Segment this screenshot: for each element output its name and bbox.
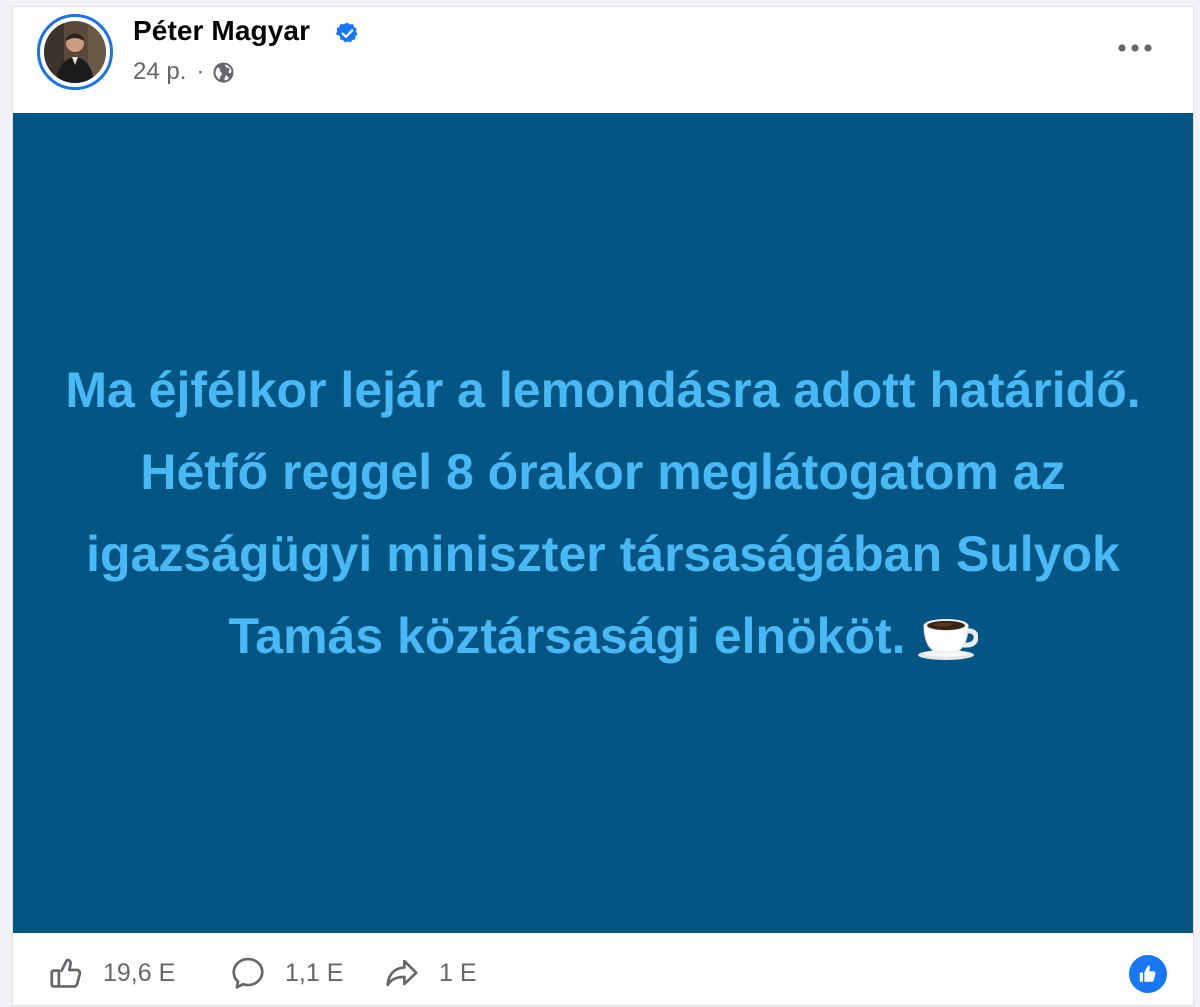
comment-button[interactable]: 1,1 E	[229, 953, 343, 993]
post-text-content: Ma éjfélkor lejár a lemondásra adott hat…	[48, 349, 1158, 677]
share-count: 1 E	[439, 958, 477, 987]
like-count: 19,6 E	[103, 958, 176, 987]
comment-icon	[232, 957, 264, 989]
like-button[interactable]: 19,6 E	[47, 953, 175, 993]
author-name[interactable]: Péter Magyar	[133, 15, 310, 47]
post-card: Péter Magyar 24 p. · Ma éjfélkor lejár a…	[12, 6, 1194, 1006]
verified-badge-icon	[335, 22, 358, 43]
post-timestamp[interactable]: 24 p.	[133, 58, 186, 86]
more-options-icon	[1118, 44, 1152, 52]
coffee-cup-icon	[917, 619, 978, 660]
like-reaction-badge-icon	[1139, 965, 1156, 982]
meta-separator: ·	[196, 58, 205, 85]
avatar[interactable]	[37, 14, 113, 90]
avatar-photo	[44, 21, 106, 83]
more-options-button[interactable]	[1113, 33, 1157, 63]
comment-count: 1,1 E	[285, 958, 344, 987]
like-reaction-badge[interactable]	[1129, 955, 1167, 993]
post-meta: 24 p. ·	[133, 57, 235, 87]
post-text: Ma éjfélkor lejár a lemondásra adott hat…	[65, 362, 1141, 664]
like-icon	[50, 958, 82, 988]
post-header: Péter Magyar 24 p. ·	[13, 7, 1193, 113]
post-actions-bar: 19,6 E 1,1 E 1 E	[13, 933, 1193, 1007]
post-text-background: Ma éjfélkor lejár a lemondásra adott hat…	[13, 113, 1193, 933]
share-icon	[386, 959, 418, 987]
globe-icon[interactable]	[212, 61, 235, 84]
share-button[interactable]: 1 E	[383, 953, 477, 993]
